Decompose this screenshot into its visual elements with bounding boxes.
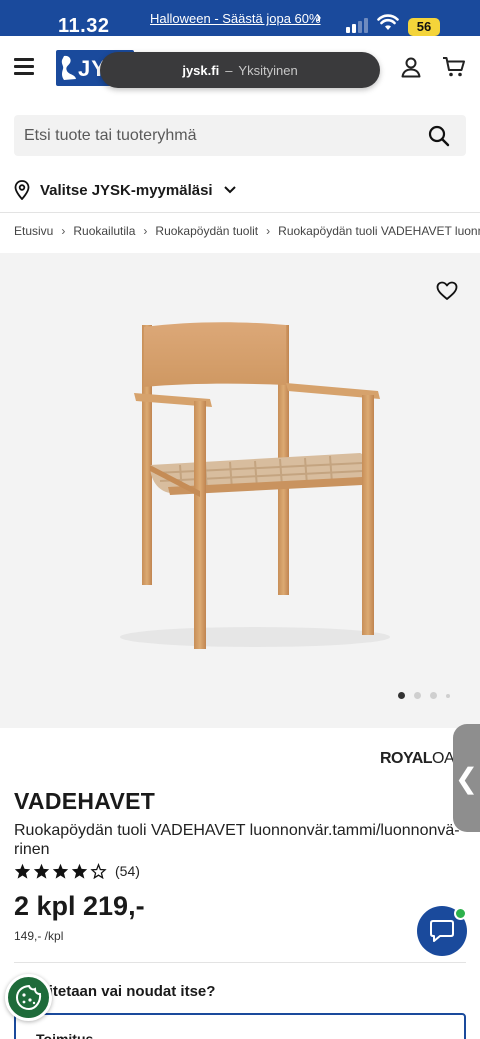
cart-icon[interactable]: [442, 56, 466, 78]
divider: [14, 962, 466, 963]
online-indicator: [454, 907, 467, 920]
promo-link[interactable]: Halloween - Säästä jopa 60%: [150, 11, 321, 26]
breadcrumb-item-current: Ruokapöydän tuoli VADEHAVET luonnonvär.t…: [278, 224, 480, 238]
signal-icon: [346, 18, 368, 33]
store-selector[interactable]: Valitse JYSK-myymäläsi: [14, 177, 237, 203]
goose-icon: [61, 55, 76, 80]
chat-icon: [430, 920, 454, 942]
star-outline-icon: [90, 863, 107, 879]
unit-price: 149,- /kpl: [14, 929, 64, 943]
product-title: VADEHAVET: [14, 788, 156, 814]
browsing-mode: Yksityinen: [238, 62, 298, 78]
review-count[interactable]: (54): [115, 863, 140, 879]
search-input[interactable]: [24, 115, 424, 156]
cookie-settings-button[interactable]: [5, 974, 52, 1021]
product-gallery[interactable]: [0, 253, 480, 728]
breadcrumb: Etusivu › Ruokailutila › Ruokapöydän tuo…: [14, 224, 480, 238]
chevron-right-icon: ›: [61, 224, 66, 238]
chevron-right-icon: ›: [266, 224, 271, 238]
url-text: jysk.fi: [182, 62, 220, 78]
delivery-option-label: Toimitus: [36, 1031, 94, 1039]
chevron-down-icon: [223, 186, 236, 194]
breadcrumb-item[interactable]: Ruokapöydän tuolit: [155, 224, 258, 238]
battery-indicator: 56: [408, 18, 440, 36]
product-description: Ruokapöydän tuoli VADEHAVET luonnonvär.t…: [14, 822, 460, 858]
star-icon: [71, 863, 88, 879]
breadcrumb-item[interactable]: Ruokailutila: [73, 224, 135, 238]
product-rating[interactable]: (54): [14, 863, 140, 879]
cookie-icon: [15, 984, 41, 1010]
chat-button[interactable]: [417, 906, 467, 956]
gallery-dot[interactable]: [414, 692, 421, 699]
brand-logo: ROYALOAK: [380, 750, 465, 767]
status-bar: 11.32 Halloween - Säästä jopa 60% › 56: [0, 0, 480, 37]
divider: [0, 212, 480, 213]
url-separator: –: [225, 62, 233, 78]
site-header: JYSK jysk.fi – Yksityinen: [0, 36, 480, 98]
menu-icon[interactable]: [14, 58, 36, 76]
star-icon: [14, 863, 31, 879]
browser-url-bar[interactable]: jysk.fi – Yksityinen: [100, 52, 380, 88]
star-icon: [33, 863, 50, 879]
status-time: 11.32: [58, 15, 110, 37]
gallery-dot[interactable]: [446, 693, 450, 698]
wifi-icon: [377, 14, 399, 30]
product-image-chair: [120, 322, 390, 649]
gallery-dot[interactable]: [430, 692, 437, 699]
delivery-option-button[interactable]: Toimitus: [14, 1013, 466, 1039]
user-icon[interactable]: [400, 56, 422, 78]
chevron-right-icon[interactable]: ›: [316, 9, 321, 27]
product-price: 2 kpl 219,-: [14, 891, 145, 921]
location-pin-icon: [14, 180, 30, 200]
search-icon[interactable]: [428, 125, 450, 147]
store-selector-label: Valitse JYSK-myymäläsi: [40, 181, 213, 199]
breadcrumb-item[interactable]: Etusivu: [14, 224, 53, 238]
chevron-left-icon: ❮: [454, 762, 479, 794]
heart-icon[interactable]: [436, 281, 458, 301]
search-bar: [14, 115, 466, 156]
gallery-pagination[interactable]: [398, 692, 450, 699]
star-icon: [52, 863, 69, 879]
gallery-dot[interactable]: [398, 692, 405, 699]
chevron-right-icon: ›: [143, 224, 148, 238]
side-panel-tab[interactable]: ❮: [453, 724, 480, 832]
